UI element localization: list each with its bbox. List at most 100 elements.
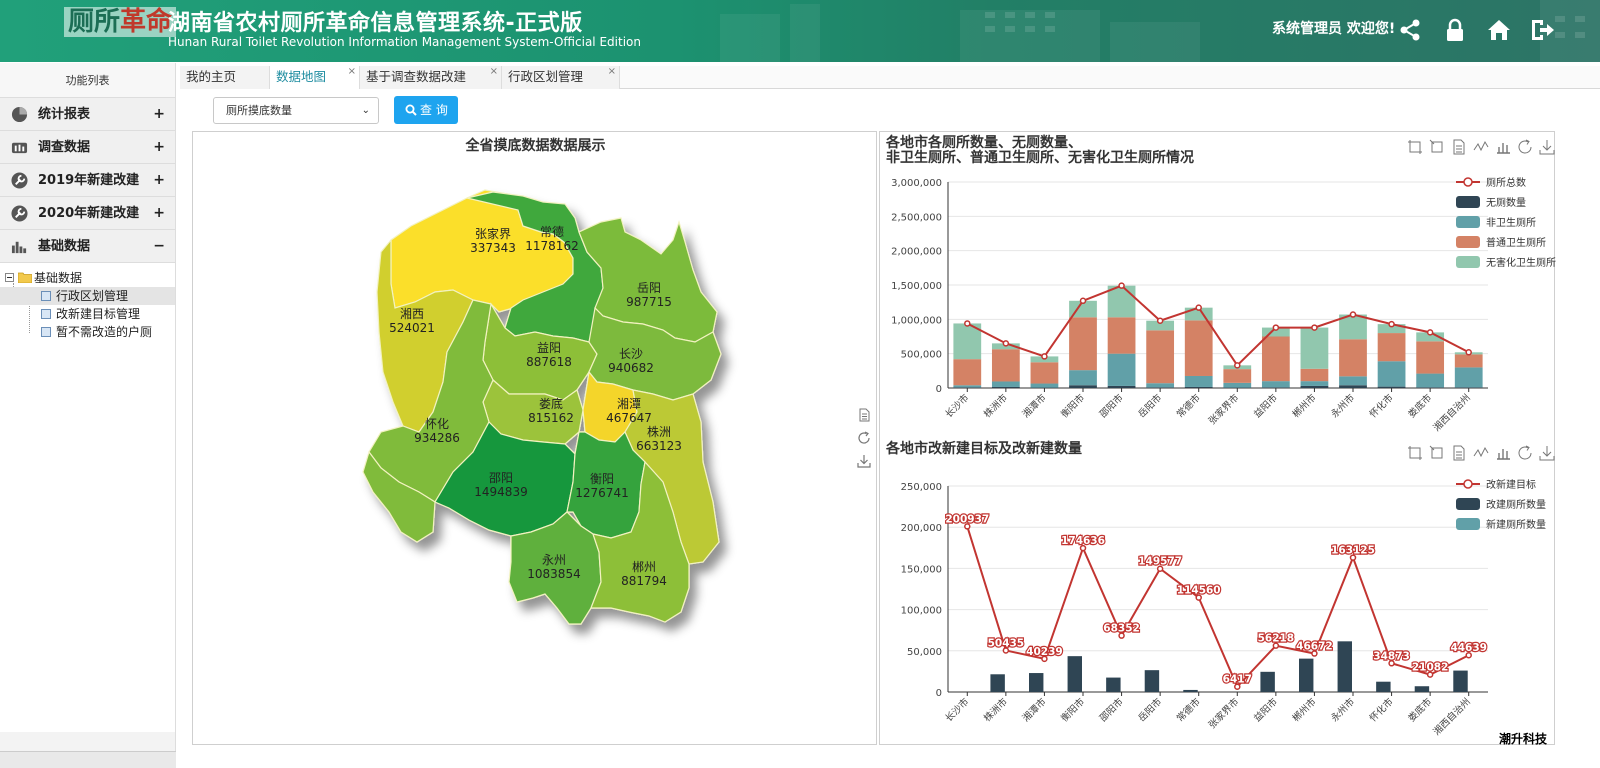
expand-icon[interactable]: +	[153, 197, 165, 230]
menu-item-statistics[interactable]: 统计报表 +	[0, 98, 175, 131]
bar-无厕数量[interactable]	[1300, 385, 1329, 388]
refresh-icon[interactable]	[1516, 138, 1534, 156]
bar-普通卫生厕所[interactable]	[1030, 362, 1059, 384]
close-icon[interactable]: ×	[608, 61, 616, 83]
line-point[interactable]	[1349, 311, 1357, 318]
data-view-icon[interactable]	[1450, 138, 1468, 156]
line-point[interactable]	[1388, 320, 1395, 328]
bar-普通卫生厕所[interactable]	[953, 359, 982, 386]
tree-root-basic-data[interactable]: 基础数据	[0, 269, 175, 287]
bar-改建厕所数量[interactable]	[990, 674, 1005, 692]
bar-非卫生厕所[interactable]	[1107, 353, 1136, 386]
tab-division-management[interactable]: 行政区划管理 ×	[502, 66, 620, 89]
share-icon[interactable]	[1396, 16, 1424, 44]
zoom-reset-icon[interactable]	[1428, 138, 1446, 156]
expand-icon[interactable]: +	[153, 131, 165, 164]
tree-item-target-management[interactable]: 改新建目标管理	[0, 305, 175, 323]
close-icon[interactable]: ×	[348, 61, 356, 83]
data-view-icon[interactable]	[857, 408, 871, 422]
bar-普通卫生厕所[interactable]	[1261, 336, 1290, 382]
line-point[interactable]	[1272, 324, 1280, 331]
home-icon[interactable]	[1485, 16, 1513, 44]
line-point[interactable]	[1195, 304, 1202, 311]
collapse-icon[interactable]: −	[153, 230, 165, 263]
bar-普通卫生厕所[interactable]	[1107, 317, 1136, 354]
line-point[interactable]	[964, 320, 971, 327]
tab-data-map[interactable]: 数据地图 ×	[270, 66, 360, 89]
line-point[interactable]	[1079, 297, 1087, 305]
tab-home[interactable]: 我的主页	[180, 66, 270, 89]
bar-无厕数量[interactable]	[1069, 385, 1097, 388]
bar-无厕数量[interactable]	[1146, 387, 1175, 388]
bar-改建厕所数量[interactable]	[1144, 670, 1160, 692]
bar-非卫生厕所[interactable]	[1030, 383, 1059, 388]
bar-chart-icon[interactable]	[1494, 138, 1512, 156]
line-chart-icon[interactable]	[1472, 444, 1490, 462]
bar-非卫生厕所[interactable]	[1069, 370, 1097, 386]
bar-无厕数量[interactable]	[1107, 385, 1136, 388]
legend-label[interactable]: 非卫生厕所	[1486, 216, 1536, 229]
line-point[interactable]	[1156, 317, 1164, 324]
bar-改建厕所数量[interactable]	[1337, 641, 1352, 692]
tab-survey-renovation[interactable]: 基于调查数据改建 ×	[360, 66, 502, 89]
bar-非卫生厕所[interactable]	[1339, 376, 1367, 386]
bar-普通卫生厕所[interactable]	[1146, 330, 1175, 384]
menu-item-2020-construction[interactable]: 2020年新建改建 +	[0, 197, 175, 230]
refresh-icon[interactable]	[1516, 444, 1534, 462]
metric-select[interactable]: 厕所摸底数量 ⌄	[213, 97, 379, 124]
zoom-reset-icon[interactable]	[1428, 444, 1446, 462]
bar-改建厕所数量[interactable]	[1260, 671, 1275, 692]
bar-无厕数量[interactable]	[1339, 385, 1367, 388]
menu-item-2019-construction[interactable]: 2019年新建改建 +	[0, 164, 175, 197]
bar-普通卫生厕所[interactable]	[1377, 333, 1406, 362]
close-icon[interactable]: ×	[490, 61, 498, 83]
bar-普通卫生厕所[interactable]	[991, 349, 1020, 382]
bar-普通卫生厕所[interactable]	[1454, 354, 1483, 368]
bar-改建厕所数量[interactable]	[1299, 658, 1314, 692]
bar-无厕数量[interactable]	[1377, 386, 1406, 388]
bar-无厕数量[interactable]	[953, 387, 982, 388]
download-icon[interactable]	[857, 454, 871, 468]
bar-改建厕所数量[interactable]	[1106, 677, 1121, 692]
line-point[interactable]	[1041, 353, 1048, 360]
bar-chart-icon[interactable]	[1494, 444, 1512, 462]
expand-icon[interactable]: +	[153, 164, 165, 197]
line-point[interactable]	[1311, 324, 1318, 331]
expand-icon[interactable]: +	[153, 98, 165, 131]
bar-普通卫生厕所[interactable]	[1339, 339, 1367, 377]
tree-item-division-management[interactable]: 行政区划管理	[0, 287, 175, 305]
bar-普通卫生厕所[interactable]	[1300, 368, 1329, 382]
zoom-icon[interactable]	[1406, 444, 1424, 462]
bar-无害化卫生厕所[interactable]	[1300, 327, 1329, 369]
bar-无厕数量[interactable]	[1416, 387, 1445, 388]
query-button[interactable]: 查 询	[394, 96, 458, 124]
bar-改建厕所数量[interactable]	[1376, 681, 1391, 692]
legend-label[interactable]: 新建厕所数量	[1486, 518, 1546, 531]
bar-改建厕所数量[interactable]	[1453, 670, 1468, 692]
legend-label[interactable]: 改建厕所数量	[1486, 498, 1546, 511]
bar-非卫生厕所[interactable]	[1184, 375, 1213, 387]
bar-改建厕所数量[interactable]	[1029, 673, 1044, 692]
bar-普通卫生厕所[interactable]	[1416, 341, 1445, 374]
line-point[interactable]	[1002, 340, 1010, 347]
tree-collapse-icon[interactable]	[5, 273, 14, 282]
legend-label[interactable]: 无厕数量	[1486, 196, 1526, 209]
bar-非卫生厕所[interactable]	[1416, 373, 1445, 388]
line-chart-icon[interactable]	[1472, 138, 1490, 156]
line-point[interactable]	[1426, 329, 1434, 336]
bar-非卫生厕所[interactable]	[991, 381, 1020, 387]
bar-非卫生厕所[interactable]	[1223, 382, 1252, 388]
bar-普通卫生厕所[interactable]	[1184, 320, 1213, 376]
bar-改建厕所数量[interactable]	[1414, 686, 1430, 692]
download-icon[interactable]	[1538, 138, 1556, 156]
zoom-icon[interactable]	[1406, 138, 1424, 156]
legend-label[interactable]: 厕所总数	[1486, 176, 1526, 189]
legend-label[interactable]: 普通卫生厕所	[1486, 236, 1546, 249]
bar-非卫生厕所[interactable]	[1377, 361, 1406, 387]
bar-改建厕所数量[interactable]	[1067, 656, 1082, 692]
menu-item-basic-data[interactable]: 基础数据 −	[0, 230, 175, 263]
bar-非卫生厕所[interactable]	[1146, 383, 1175, 388]
bar-无厕数量[interactable]	[1184, 386, 1213, 388]
tree-item-no-renovation-needed[interactable]: 暂不需改造的户厕	[0, 323, 175, 341]
menu-item-survey[interactable]: 调查数据 +	[0, 131, 175, 164]
